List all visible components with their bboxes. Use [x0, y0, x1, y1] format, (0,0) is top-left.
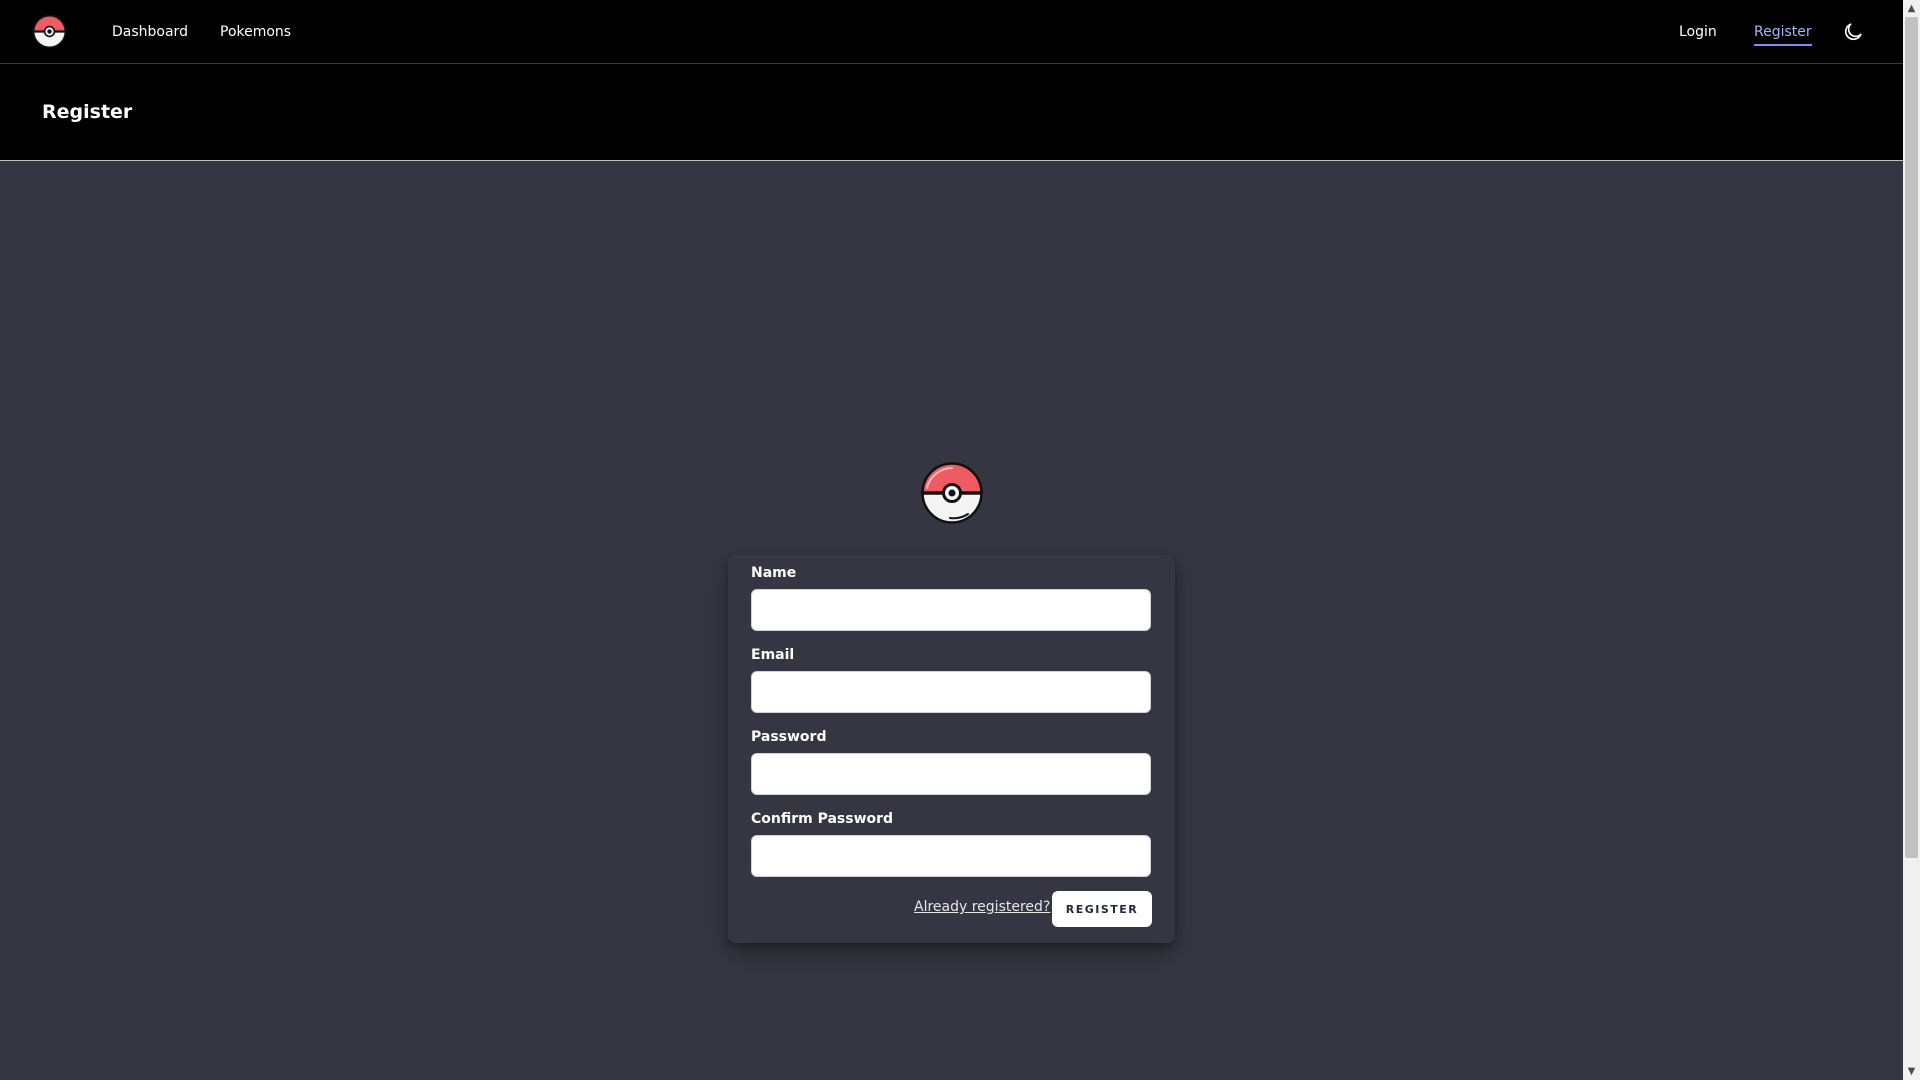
scroll-up-arrow-icon[interactable]: ▲ — [1903, 0, 1920, 17]
page: Dashboard Pokemons Login Register Regist… — [0, 0, 1903, 1080]
password-field[interactable] — [751, 753, 1151, 795]
page-title: Register — [42, 101, 133, 123]
pokeball-icon — [920, 461, 984, 525]
scroll-down-arrow-icon[interactable]: ▼ — [1903, 1063, 1920, 1080]
name-field[interactable] — [751, 589, 1151, 631]
already-registered-link[interactable]: Already registered? — [914, 898, 1050, 916]
nav-link-pokemons[interactable]: Pokemons — [220, 22, 291, 42]
confirm-password-label: Confirm Password — [751, 811, 894, 827]
password-label: Password — [751, 729, 827, 745]
email-field[interactable] — [751, 671, 1151, 713]
nav-link-register[interactable]: Register — [1754, 22, 1812, 46]
top-navbar: Dashboard Pokemons Login Register — [0, 0, 1903, 64]
nav-link-login[interactable]: Login — [1679, 22, 1717, 42]
pokeball-logo-icon[interactable] — [32, 14, 67, 49]
nav-link-dashboard[interactable]: Dashboard — [112, 22, 188, 42]
register-button[interactable]: REGISTER — [1052, 891, 1152, 927]
name-label: Name — [751, 565, 797, 581]
page-header: Register — [0, 64, 1903, 161]
scrollbar-thumb[interactable] — [1905, 17, 1918, 858]
email-label: Email — [751, 647, 795, 663]
vertical-scrollbar[interactable]: ▲ ▼ — [1903, 0, 1920, 1080]
moon-icon[interactable] — [1842, 21, 1864, 43]
confirm-password-field[interactable] — [751, 835, 1151, 877]
register-form: Name Email Password Confirm Password Alr… — [728, 555, 1175, 943]
